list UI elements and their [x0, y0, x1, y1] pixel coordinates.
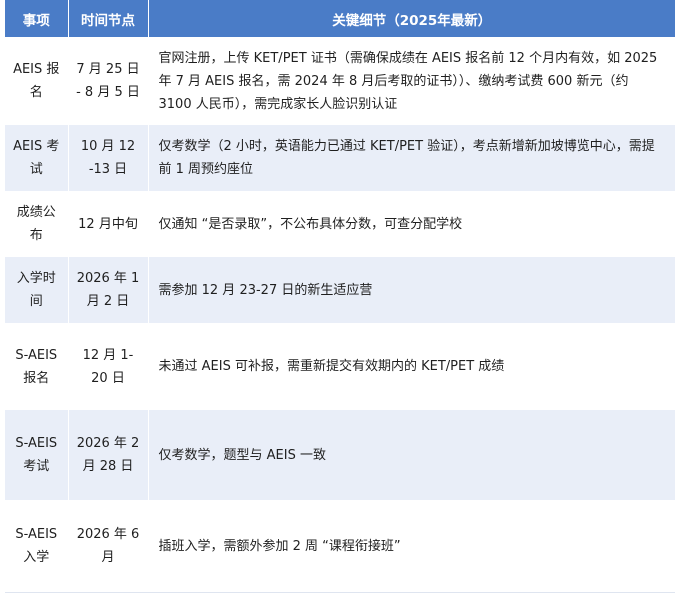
cell-item: AEIS 报名 — [5, 37, 69, 125]
cell-time: 7 月 25 日 - 8 月 5 日 — [68, 37, 149, 125]
header-item: 事项 — [5, 0, 69, 37]
schedule-table-container: 事项 时间节点 关键细节（2025年最新） AEIS 报名 7 月 25 日 -… — [5, 0, 675, 592]
table-header: 事项 时间节点 关键细节（2025年最新） — [5, 0, 675, 37]
table-row: S-AEIS 考试 2026 年 2 月 28 日 仅考数学，题型与 AEIS … — [5, 410, 675, 500]
cell-item: S-AEIS 考试 — [5, 410, 69, 500]
cell-item: S-AEIS 报名 — [5, 323, 69, 410]
cell-time: 12 月 1-20 日 — [68, 323, 149, 410]
table-row: S-AEIS 报名 12 月 1-20 日 未通过 AEIS 可补报，需重新提交… — [5, 323, 675, 410]
table-body: AEIS 报名 7 月 25 日 - 8 月 5 日 官网注册，上传 KET/P… — [5, 37, 675, 592]
cell-detail: 未通过 AEIS 可补报，需重新提交有效期内的 KET/PET 成绩 — [148, 323, 675, 410]
schedule-table: 事项 时间节点 关键细节（2025年最新） AEIS 报名 7 月 25 日 -… — [5, 0, 675, 592]
header-row: 事项 时间节点 关键细节（2025年最新） — [5, 0, 675, 37]
cell-detail: 需参加 12 月 23-27 日的新生适应营 — [148, 257, 675, 323]
header-time: 时间节点 — [68, 0, 149, 37]
cell-item: AEIS 考试 — [5, 125, 69, 191]
cell-time: 2026 年 2 月 28 日 — [68, 410, 149, 500]
cell-item: S-AEIS 入学 — [5, 500, 69, 592]
cell-time: 2026 年 6 月 — [68, 500, 149, 592]
cell-detail: 仅通知 “是否录取”，不公布具体分数，可查分配学校 — [148, 191, 675, 257]
cell-detail: 仅考数学（2 小时，英语能力已通过 KET/PET 验证），考点新增新加坡博览中… — [148, 125, 675, 191]
table-row: S-AEIS 入学 2026 年 6 月 插班入学，需额外参加 2 周 “课程衔… — [5, 500, 675, 592]
cell-item: 成绩公布 — [5, 191, 69, 257]
table-bottom-border — [5, 592, 675, 593]
cell-time: 2026 年 1 月 2 日 — [68, 257, 149, 323]
cell-time: 12 月中旬 — [68, 191, 149, 257]
header-detail: 关键细节（2025年最新） — [148, 0, 675, 37]
table-row: 入学时间 2026 年 1 月 2 日 需参加 12 月 23-27 日的新生适… — [5, 257, 675, 323]
cell-item: 入学时间 — [5, 257, 69, 323]
cell-detail: 插班入学，需额外参加 2 周 “课程衔接班” — [148, 500, 675, 592]
table-row: AEIS 报名 7 月 25 日 - 8 月 5 日 官网注册，上传 KET/P… — [5, 37, 675, 125]
table-row: 成绩公布 12 月中旬 仅通知 “是否录取”，不公布具体分数，可查分配学校 — [5, 191, 675, 257]
cell-detail: 仅考数学，题型与 AEIS 一致 — [148, 410, 675, 500]
table-row: AEIS 考试 10 月 12 -13 日 仅考数学（2 小时，英语能力已通过 … — [5, 125, 675, 191]
cell-time: 10 月 12 -13 日 — [68, 125, 149, 191]
cell-detail: 官网注册，上传 KET/PET 证书（需确保成绩在 AEIS 报名前 12 个月… — [148, 37, 675, 125]
